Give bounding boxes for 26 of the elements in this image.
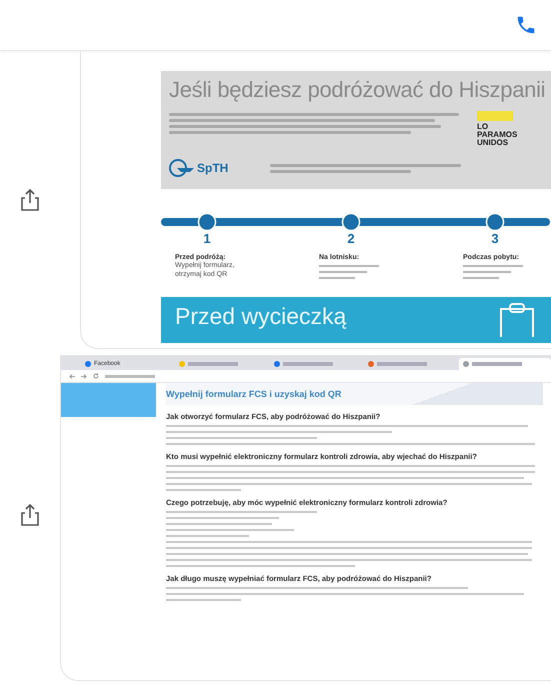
browser-tab[interactable] — [458, 358, 551, 370]
badge-stripe — [477, 111, 513, 121]
badge-text: PARAMOS — [477, 131, 518, 139]
step-number: 1 — [202, 231, 212, 246]
badge-text: LO — [477, 123, 488, 131]
blurred-text-drawing — [463, 265, 523, 279]
blurred-text-drawing — [472, 362, 522, 366]
phone-icon[interactable] — [515, 14, 537, 36]
reload-icon[interactable] — [93, 373, 99, 379]
badge-text: UNIDOS — [477, 139, 508, 147]
screenshot-card[interactable] — [60, 355, 551, 681]
clipboard-icon — [497, 303, 537, 337]
share-icon[interactable] — [21, 504, 39, 526]
blurred-text-drawing — [377, 362, 428, 366]
blurred-text-drawing — [319, 265, 379, 279]
share-icon[interactable] — [21, 189, 39, 211]
logo-icon — [169, 159, 195, 177]
logo-text: SpTH — [197, 161, 228, 175]
step-number: 2 — [346, 231, 356, 246]
forward-icon[interactable] — [81, 374, 87, 378]
step-number: 3 — [490, 231, 500, 246]
blurred-text-drawing — [188, 362, 238, 366]
blurred-text-drawing — [282, 362, 333, 366]
banner-title: Przed wycieczką — [175, 303, 346, 330]
back-icon[interactable] — [69, 374, 75, 378]
page-title: Wypełnij formularz FCS i uzyskaj kod QR — [166, 383, 543, 405]
